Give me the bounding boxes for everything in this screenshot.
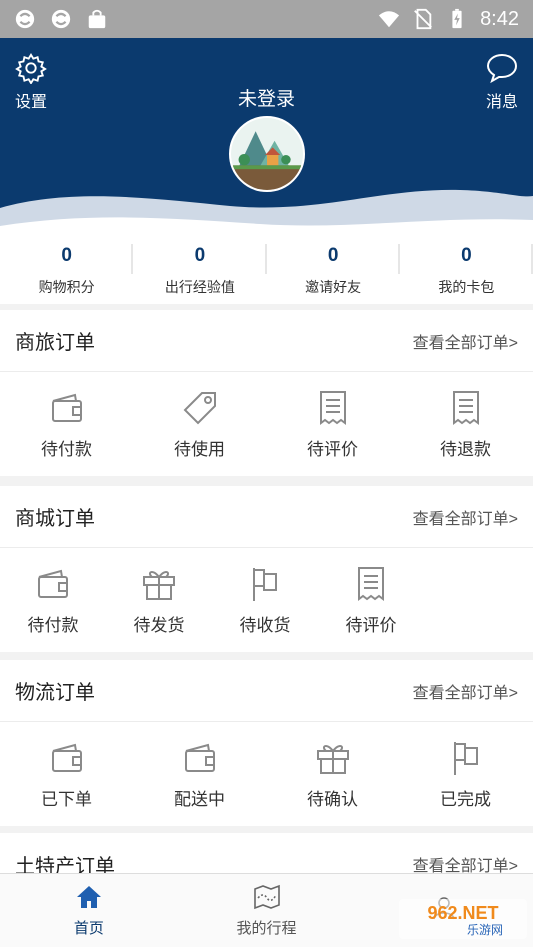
tab-home[interactable]: 首页 — [0, 874, 178, 947]
tag-icon — [183, 391, 216, 424]
order-status-label: 已完成 — [440, 789, 491, 809]
order-status-label: 待评价 — [345, 615, 397, 635]
flag-icon — [453, 741, 478, 775]
home-icon — [76, 886, 101, 908]
tab-my-trips[interactable]: 我的行程 — [178, 874, 356, 947]
order-status-label: 待付款 — [27, 615, 79, 635]
stat-value: 0 — [61, 245, 72, 266]
stat-value: 0 — [327, 245, 339, 266]
order-status-ordered[interactable]: 已下单 — [0, 722, 133, 826]
order-status-label: 待确认 — [307, 789, 358, 809]
header-wave-decoration — [0, 189, 533, 238]
status-time: 8:42 — [480, 7, 519, 30]
order-status-to-refund[interactable]: 待退款 — [399, 372, 532, 476]
wallet-icon — [184, 743, 215, 772]
receipt-icon — [358, 566, 384, 601]
order-status-label: 待付款 — [41, 439, 92, 459]
order-status-to-receive[interactable]: 待收货 — [212, 548, 318, 652]
stat-invite-friends[interactable]: 0 邀请好友 — [267, 238, 400, 304]
order-status-row: 待付款 待发货 待收货 待评价 — [0, 548, 533, 652]
order-status-label: 已下单 — [41, 789, 92, 809]
order-status-label: 待退款 — [440, 439, 491, 459]
map-icon — [253, 884, 280, 910]
order-status-pending-payment[interactable]: 待付款 — [0, 372, 133, 476]
order-status-label: 待收货 — [239, 615, 291, 635]
order-status-to-ship[interactable]: 待发货 — [106, 548, 212, 652]
order-status-label: 待评价 — [307, 439, 358, 459]
mall-orders-section: 商城订单 查看全部订单> 待付款 待发货 待收货 待评价 — [0, 486, 533, 652]
stat-label: 我的卡包 — [438, 279, 495, 295]
tab-label: 首页 — [73, 920, 104, 937]
wallet-icon — [38, 569, 68, 598]
section-title: 商城订单 — [15, 508, 95, 530]
order-status-completed[interactable]: 已完成 — [399, 722, 532, 826]
view-all-orders-link[interactable]: 查看全部订单> — [413, 679, 518, 703]
stat-my-cards[interactable]: 0 我的卡包 — [400, 238, 533, 304]
login-status-title[interactable]: 未登录 — [0, 84, 533, 111]
order-status-label: 待使用 — [174, 439, 225, 459]
order-status-pending-payment[interactable]: 待付款 — [0, 548, 106, 652]
gear-icon — [15, 53, 47, 84]
wallet-icon — [51, 393, 82, 422]
stat-value: 0 — [194, 245, 206, 266]
order-status-label: 待发货 — [133, 615, 185, 635]
order-status-to-review[interactable]: 待评价 — [266, 372, 399, 476]
profile-header: 设置 未登录 消息 — [0, 38, 533, 238]
view-all-orders-link[interactable]: 查看全部订单> — [413, 505, 518, 529]
user-icon — [433, 896, 455, 919]
flag-icon — [253, 567, 277, 601]
order-status-row: 已下单 配送中 待确认 已完成 — [0, 722, 533, 826]
wifi-icon — [378, 11, 400, 28]
messages-button[interactable]: 消息 — [485, 52, 519, 112]
order-status-delivering[interactable]: 配送中 — [133, 722, 266, 826]
business-travel-orders-section: 商旅订单 查看全部订单> 待付款 待使用 待评价 待退款 — [0, 310, 533, 476]
order-status-row: 待付款 待使用 待评价 待退款 — [0, 372, 533, 476]
no-sim-icon — [414, 8, 432, 30]
logistics-orders-section: 物流订单 查看全部订单> 已下单 配送中 待确认 已完成 — [0, 660, 533, 826]
tab-profile[interactable] — [355, 874, 533, 947]
notification-icon — [51, 9, 71, 29]
messages-label: 消息 — [485, 94, 518, 111]
stat-value: 0 — [461, 245, 472, 266]
gift-icon — [316, 744, 349, 774]
tab-label: 我的行程 — [236, 920, 297, 937]
stats-row: 0 购物积分 0 出行经验值 0 邀请好友 0 我的卡包 — [0, 238, 533, 304]
stat-label: 购物积分 — [38, 279, 95, 295]
battery-charging-icon — [452, 8, 462, 29]
stat-travel-exp[interactable]: 0 出行经验值 — [133, 238, 267, 304]
view-all-orders-link[interactable]: 查看全部订单> — [413, 329, 518, 353]
stat-label: 出行经验值 — [164, 279, 235, 295]
section-title: 物流订单 — [15, 682, 95, 704]
notification-icon — [15, 9, 35, 29]
order-status-label: 配送中 — [174, 789, 225, 809]
chat-bubble-icon — [486, 53, 518, 84]
shopping-bag-icon — [88, 9, 106, 29]
wallet-icon — [51, 743, 82, 772]
order-status-to-use[interactable]: 待使用 — [133, 372, 266, 476]
section-title: 商旅订单 — [15, 332, 95, 354]
section-header: 物流订单 查看全部订单> — [0, 660, 533, 722]
receipt-icon — [319, 390, 346, 425]
bottom-tab-bar: 首页 我的行程 — [0, 873, 533, 947]
order-status-to-confirm[interactable]: 待确认 — [266, 722, 399, 826]
receipt-icon — [452, 390, 479, 425]
section-header: 商城订单 查看全部订单> — [0, 486, 533, 548]
gift-icon — [143, 570, 175, 600]
status-bar: 8:42 — [0, 0, 533, 38]
stat-label: 邀请好友 — [305, 279, 362, 295]
order-status-to-review[interactable]: 待评价 — [318, 548, 424, 652]
stat-shopping-points[interactable]: 0 购物积分 — [0, 238, 134, 304]
section-header: 商旅订单 查看全部订单> — [0, 310, 533, 372]
